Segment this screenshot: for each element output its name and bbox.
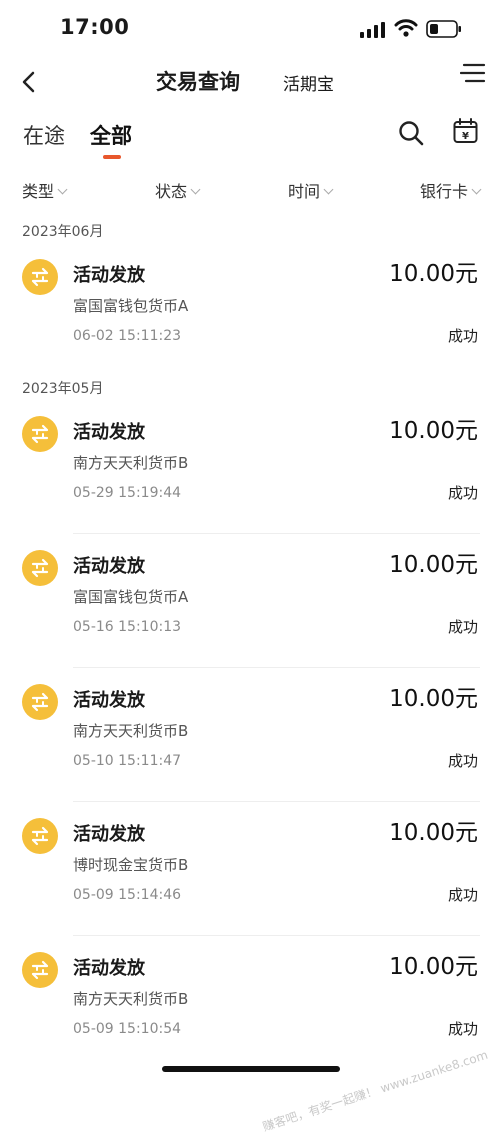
filter-type-label: 类型 [22,182,55,201]
fund-name: 博时现金宝货币B [73,856,189,874]
filter-status[interactable]: 状态 [155,178,201,202]
transaction-amount: 10.00元 [389,686,478,712]
transaction-amount: 10.00元 [389,261,478,287]
back-chevron-icon[interactable] [18,70,40,94]
chevron-down-icon [190,184,201,195]
transaction-title: 活动发放 [73,958,145,979]
home-indicator[interactable] [162,1066,340,1072]
fund-name: 南方天天利货币B [73,722,189,740]
transaction-amount: 10.00元 [389,820,478,846]
transaction-row[interactable]: 活动发放 南方天天利货币B 05-29 15:19:44 10.00元 成功 [0,416,500,551]
battery-icon [426,20,461,38]
transfer-icon [22,416,58,452]
transaction-time: 05-16 15:10:13 [73,619,182,635]
transfer-icon [22,259,58,295]
filter-status-label: 状态 [155,182,188,201]
tab-in-transit[interactable]: 在途 [23,120,65,150]
transaction-time: 06-02 15:11:23 [73,328,182,344]
calendar-icon[interactable]: ¥ [453,118,478,144]
calendar-icon-glyph: ¥ [462,131,469,142]
transaction-amount: 10.00元 [389,552,478,578]
active-tab-indicator [103,155,121,159]
transaction-status: 成功 [447,886,478,904]
fund-name: 南方天天利货币B [73,454,189,472]
filter-bank-card-label: 银行卡 [420,182,469,201]
row-divider [73,667,480,668]
filter-time-label: 时间 [288,182,321,201]
cellular-signal-icon [360,22,385,38]
transfer-icon [22,550,58,586]
transaction-status: 成功 [447,484,478,502]
month-header: 2023年06月 [22,224,104,240]
filter-bank-card[interactable]: 银行卡 [420,178,482,202]
transaction-status: 成功 [447,1020,478,1038]
transaction-time: 05-29 15:19:44 [73,485,182,501]
status-time: 17:00 [60,15,130,39]
transaction-amount: 10.00元 [389,418,478,444]
filter-type[interactable]: 类型 [22,178,68,202]
chevron-down-icon [323,184,334,195]
transfer-icon [22,818,58,854]
fund-name: 富国富钱包货币A [73,588,189,606]
transaction-status: 成功 [447,618,478,636]
chevron-down-icon [57,184,68,195]
transaction-title: 活动发放 [73,824,145,845]
row-divider [73,801,480,802]
row-divider [73,935,480,936]
row-divider [73,533,480,534]
search-icon[interactable] [398,120,424,146]
transaction-title: 活动发放 [73,265,145,286]
filter-time[interactable]: 时间 [288,178,334,202]
transaction-amount: 10.00元 [389,954,478,980]
transaction-row[interactable]: 活动发放 富国富钱包货币A 06-02 15:11:23 10.00元 成功 [0,259,500,394]
menu-icon[interactable] [460,62,486,84]
transaction-row[interactable]: 活动发放 富国富钱包货币A 05-16 15:10:13 10.00元 成功 [0,550,500,685]
transfer-icon [22,684,58,720]
transaction-title: 活动发放 [73,690,145,711]
tab-all[interactable]: 全部 [90,120,132,150]
transaction-row[interactable]: 活动发放 博时现金宝货币B 05-09 15:14:46 10.00元 成功 [0,818,500,953]
transaction-status: 成功 [447,327,478,345]
transaction-row[interactable]: 活动发放 南方天天利货币B 05-10 15:11:47 10.00元 成功 [0,684,500,819]
chevron-down-icon [471,184,482,195]
transaction-status: 成功 [447,752,478,770]
month-header: 2023年05月 [22,381,104,397]
fund-name: 南方天天利货币B [73,990,189,1008]
fund-name: 富国富钱包货币A [73,297,189,315]
page-title: 交易查询 [156,70,240,94]
transaction-time: 05-10 15:11:47 [73,753,182,769]
transaction-time: 05-09 15:10:54 [73,1021,182,1037]
transfer-icon [22,952,58,988]
wifi-icon [394,19,418,37]
transaction-title: 活动发放 [73,556,145,577]
transaction-time: 05-09 15:14:46 [73,887,182,903]
page-subtitle[interactable]: 活期宝 [283,70,334,95]
transaction-title: 活动发放 [73,422,145,443]
